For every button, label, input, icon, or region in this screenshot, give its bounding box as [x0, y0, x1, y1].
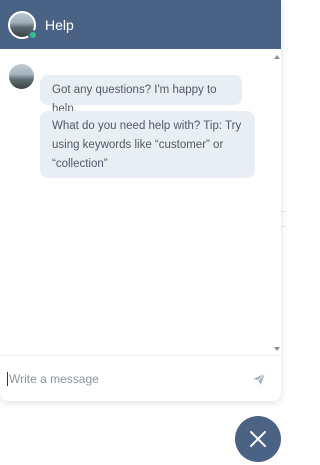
close-icon — [250, 431, 266, 447]
scroll-up-arrow-icon[interactable] — [274, 55, 280, 59]
message-composer — [0, 355, 281, 401]
message-bubble: What do you need help with? Tip: Try usi… — [40, 111, 255, 178]
message-avatar — [9, 64, 34, 89]
send-icon — [253, 373, 266, 385]
chat-window: Help Got any questions? I'm happy to hel… — [0, 0, 281, 401]
online-status-dot — [28, 29, 38, 40]
message-input[interactable] — [7, 371, 237, 386]
chat-title: Help — [45, 16, 74, 33]
close-chat-button[interactable] — [235, 416, 281, 462]
agent-avatar — [8, 10, 38, 40]
chat-header: Help — [0, 0, 281, 49]
scroll-down-arrow-icon[interactable] — [274, 347, 280, 351]
message-scrollbar[interactable] — [272, 49, 281, 355]
send-button[interactable] — [251, 371, 267, 387]
message-bubble: Got any questions? I'm happy to help. — [40, 75, 242, 115]
message-list: Got any questions? I'm happy to help. Wh… — [0, 49, 281, 355]
